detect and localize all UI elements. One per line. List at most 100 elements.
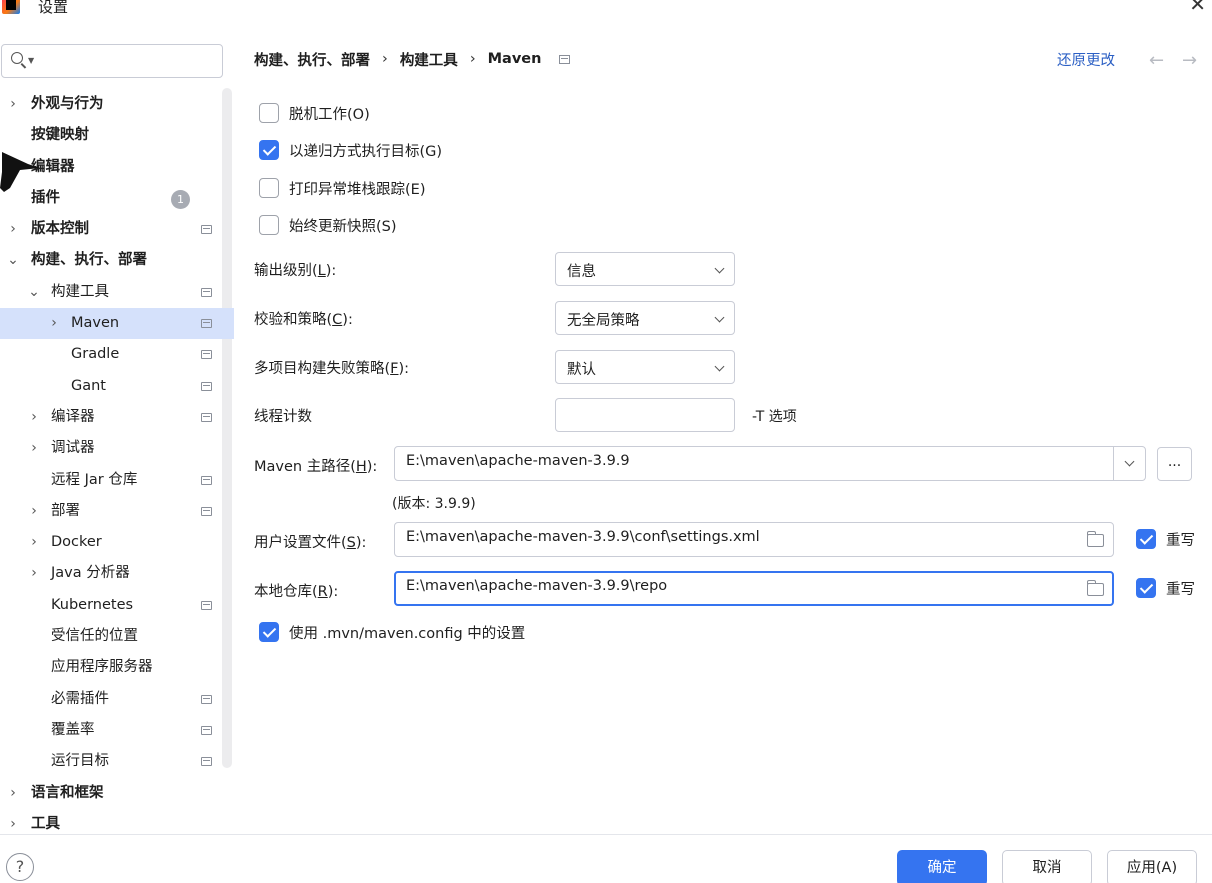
user-settings-field[interactable] (394, 522, 1114, 557)
back-arrow-icon[interactable]: ← (1149, 50, 1164, 71)
sidebar-item-kubernetes[interactable]: Kubernetes (0, 590, 234, 621)
recursive-option[interactable]: 以递归方式执行目标(G) (259, 140, 442, 160)
chevron-right-icon[interactable]: › (47, 308, 61, 339)
sidebar-item-build-tools[interactable]: ⌄ 构建工具 (0, 277, 234, 308)
folder-icon[interactable] (1087, 580, 1104, 596)
ok-button[interactable]: 确定 (897, 850, 987, 883)
chevron-right-icon[interactable]: › (27, 527, 41, 558)
use-mvn-config-option[interactable]: 使用 .mvn/maven.config 中的设置 (259, 622, 525, 642)
local-repo-input[interactable] (406, 578, 1076, 594)
chevron-down-icon[interactable]: ▼ (28, 56, 34, 65)
offline-option[interactable]: 脱机工作(O) (259, 103, 370, 123)
sidebar-item-label: 部署 (51, 502, 80, 519)
thread-count-input[interactable] (567, 405, 722, 421)
chevron-right-icon[interactable]: › (27, 402, 41, 433)
sidebar-item-trusted-locations[interactable]: 受信任的位置 (0, 621, 234, 652)
checksum-policy-value: 无全局策略 (567, 313, 640, 329)
chevron-right-icon[interactable]: › (27, 496, 41, 527)
chevron-down-icon[interactable]: ⌄ (27, 277, 41, 308)
checksum-policy-label: 校验和策略(C): (254, 312, 353, 328)
sidebar-item-deployment[interactable]: › 部署 (0, 496, 234, 527)
sidebar-item-label: Maven (71, 315, 120, 332)
sidebar-item-remote-jar-repos[interactable]: 远程 Jar 仓库 (0, 465, 234, 496)
local-repo-override-checkbox[interactable] (1136, 578, 1156, 598)
search-input[interactable] (38, 49, 218, 73)
settings-tree: › 外观与行为 按键映射 › 编辑器 插件 1 › 版本控制 ⌄ 构建、执行、部… (0, 89, 234, 840)
user-settings-override-checkbox[interactable] (1136, 529, 1156, 549)
sidebar-item-vcs[interactable]: › 版本控制 (0, 214, 234, 245)
always-update-option[interactable]: 始终更新快照(S) (259, 215, 397, 235)
maven-home-dropdown[interactable] (1113, 447, 1146, 480)
maven-version-note: (版本: 3.9.9) (392, 496, 476, 512)
multiproject-policy-value: 默认 (567, 362, 596, 378)
offline-checkbox[interactable] (259, 103, 279, 123)
output-level-select[interactable]: 信息 (555, 252, 735, 286)
use-mvn-config-checkbox[interactable] (259, 622, 279, 642)
sidebar-item-docker[interactable]: › Docker (0, 527, 234, 558)
project-scope-icon (201, 319, 212, 329)
print-stack-option[interactable]: 打印异常堆栈跟踪(E) (259, 178, 425, 198)
user-settings-override[interactable]: 重写 (1136, 529, 1195, 549)
always-update-checkbox[interactable] (259, 215, 279, 235)
chevron-right-icon[interactable]: › (6, 778, 20, 809)
sidebar-item-label: Docker (51, 534, 102, 551)
sidebar-item-keymap[interactable]: 按键映射 (0, 120, 234, 151)
output-level-label: 输出级别(L): (254, 263, 337, 279)
sidebar-item-app-servers[interactable]: 应用程序服务器 (0, 652, 234, 683)
sidebar-item-build-execution-deployment[interactable]: ⌄ 构建、执行、部署 (0, 245, 234, 276)
cancel-button[interactable]: 取消 (1002, 850, 1092, 883)
sidebar-item-java-profiler[interactable]: › Java 分析器 (0, 558, 234, 589)
override-label: 重写 (1166, 581, 1195, 598)
help-icon[interactable]: ? (6, 853, 34, 881)
sidebar-item-label: 构建、执行、部署 (31, 252, 147, 269)
breadcrumb: 构建、执行、部署 › 构建工具 › Maven (254, 48, 571, 70)
print-stack-checkbox[interactable] (259, 178, 279, 198)
sidebar-item-languages-frameworks[interactable]: › 语言和框架 (0, 778, 234, 809)
close-icon[interactable]: ✕ (1189, 0, 1206, 16)
sidebar-item-gradle[interactable]: Gradle (0, 339, 234, 370)
sidebar-item-appearance[interactable]: › 外观与行为 (0, 89, 234, 120)
maven-home-combo[interactable] (394, 446, 1146, 481)
maven-home-label: Maven 主路径(H): (254, 459, 378, 475)
apply-button[interactable]: 应用(A) (1107, 850, 1197, 883)
browse-maven-home-button[interactable]: ... (1157, 447, 1192, 481)
multiproject-policy-select[interactable]: 默认 (555, 350, 735, 384)
checksum-policy-select[interactable]: 无全局策略 (555, 301, 735, 335)
project-scope-icon (201, 475, 212, 485)
sidebar-item-maven[interactable]: › Maven (0, 308, 234, 340)
sidebar-item-required-plugins[interactable]: 必需插件 (0, 684, 234, 715)
chevron-right-icon[interactable]: › (6, 89, 20, 120)
user-settings-input[interactable] (406, 529, 1076, 545)
sidebar-item-debugger[interactable]: › 调试器 (0, 433, 234, 464)
sidebar-item-gant[interactable]: Gant (0, 371, 234, 402)
notification-badge: 1 (171, 189, 190, 209)
local-repo-field[interactable] (394, 571, 1114, 606)
maven-home-input[interactable] (406, 453, 1106, 469)
sidebar-item-label: 远程 Jar 仓库 (51, 471, 138, 488)
chevron-right-icon[interactable]: › (27, 433, 41, 464)
sidebar-item-compiler[interactable]: › 编译器 (0, 402, 234, 433)
sidebar-item-label: 覆盖率 (51, 721, 95, 738)
thread-count-field[interactable] (555, 398, 735, 432)
breadcrumb-item[interactable]: 构建工具 (400, 49, 458, 70)
app-icon (2, 0, 20, 14)
sidebar-item-label: 外观与行为 (31, 96, 104, 112)
sidebar-item-run-targets[interactable]: 运行目标 (0, 746, 234, 777)
chevron-right-icon[interactable]: › (27, 558, 41, 589)
local-repo-override[interactable]: 重写 (1136, 578, 1195, 598)
reset-changes-link[interactable]: 还原更改 (1057, 49, 1115, 70)
override-label: 重写 (1166, 532, 1195, 549)
thread-count-label: 线程计数 (254, 409, 312, 425)
forward-arrow-icon[interactable]: → (1182, 50, 1197, 71)
breadcrumb-item[interactable]: 构建、执行、部署 (254, 49, 370, 70)
chevron-right-icon[interactable]: › (6, 214, 20, 245)
thread-count-suffix: -T 选项 (752, 409, 797, 425)
sidebar-item-label: 受信任的位置 (51, 628, 138, 645)
sidebar-item-coverage[interactable]: 覆盖率 (0, 715, 234, 746)
sidebar-item-label: Gant (71, 377, 106, 394)
sidebar-item-label: 调试器 (51, 440, 95, 457)
folder-icon[interactable] (1087, 531, 1104, 547)
chevron-down-icon[interactable]: ⌄ (6, 245, 20, 276)
search-field[interactable]: ▼ (1, 44, 223, 78)
recursive-checkbox[interactable] (259, 140, 279, 160)
